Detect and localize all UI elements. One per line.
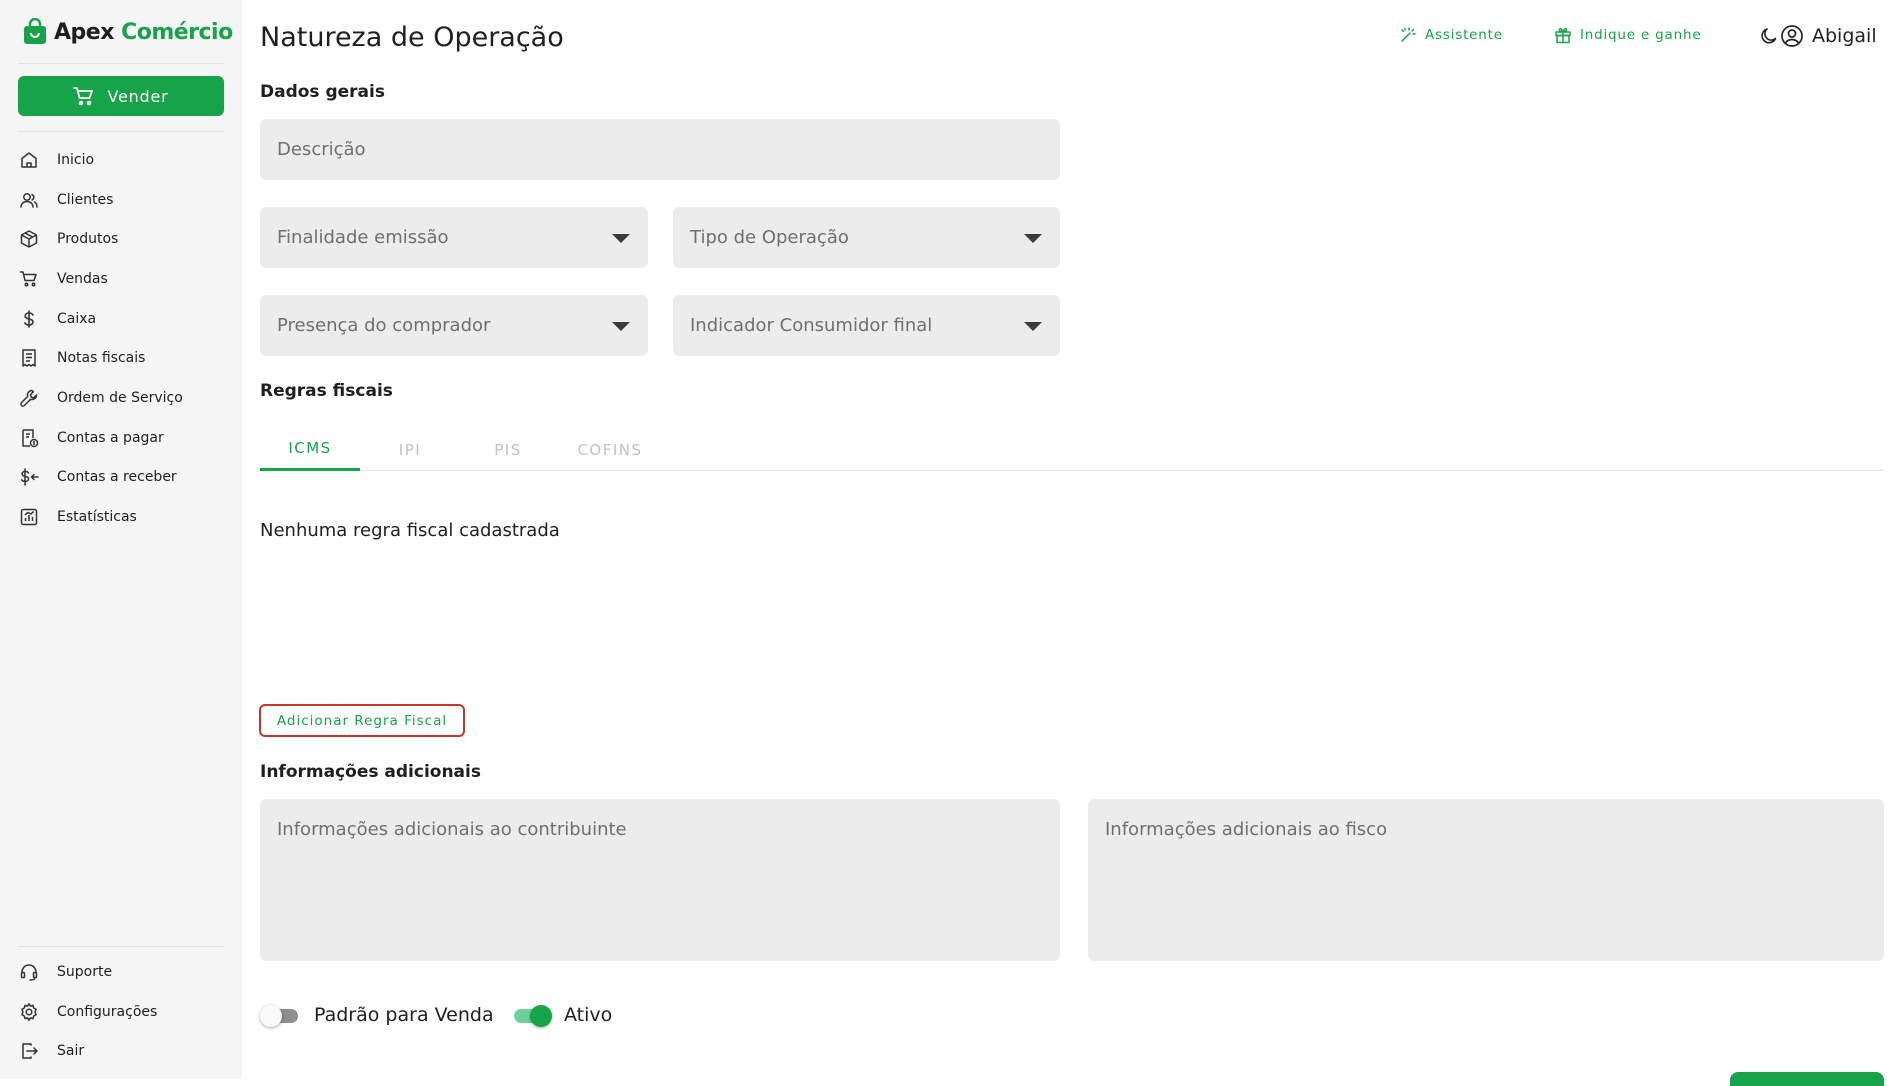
receipt-icon: [19, 348, 39, 368]
brand-name-part2: Comércio: [121, 19, 233, 45]
sidebar-nav: Inicio Clientes Produtos Vendas Caixa No…: [0, 140, 242, 537]
divider: [18, 131, 224, 132]
sidebar: Apex Comércio Vender Inicio Clientes Pro…: [0, 0, 242, 1079]
sidebar-item-notas-fiscais[interactable]: Notas fiscais: [0, 338, 242, 378]
presenca-placeholder: Presença do comprador: [277, 315, 491, 336]
tab-cofins[interactable]: COFINS: [560, 428, 660, 471]
magic-wand-icon: [1399, 26, 1417, 44]
fiscal-tabs: ICMS IPI PIS COFINS: [260, 428, 1884, 471]
active-switch[interactable]: [510, 1004, 552, 1027]
tipo-operacao-select[interactable]: Tipo de Operação: [673, 207, 1060, 268]
dollar-receive-icon: [19, 467, 39, 487]
page-title: Natureza de Operação: [260, 22, 564, 53]
active-label: Ativo: [564, 1004, 613, 1026]
brand-name-part1: Apex: [54, 19, 114, 45]
tab-pis[interactable]: PIS: [458, 428, 558, 471]
assistant-label: Assistente: [1425, 27, 1503, 43]
divider: [18, 63, 224, 64]
sell-button-label: Vender: [107, 86, 169, 106]
save-button[interactable]: [1730, 1072, 1884, 1086]
description-input[interactable]: Descrição: [260, 119, 1060, 180]
moon-icon[interactable]: [1759, 26, 1779, 46]
wrench-icon: [19, 388, 39, 408]
sidebar-item-ordem-de-servico[interactable]: Ordem de Serviço: [0, 378, 242, 418]
caret-down-icon: [1024, 234, 1042, 243]
section-additional: Informações adicionais: [260, 762, 481, 782]
headset-icon: [19, 962, 39, 982]
finalidade-placeholder: Finalidade emissão: [277, 227, 449, 248]
users-icon: [19, 190, 39, 210]
sidebar-item-label: Produtos: [57, 231, 119, 248]
user-menu[interactable]: Abigail: [1780, 24, 1877, 48]
tab-icms[interactable]: ICMS: [260, 428, 360, 471]
section-fiscal: Regras fiscais: [260, 381, 393, 401]
toggle-default-sale[interactable]: Padrão para Venda: [260, 1004, 494, 1027]
toggle-active[interactable]: Ativo: [510, 1004, 613, 1027]
dollar-icon: [19, 309, 39, 329]
cart-icon: [73, 86, 95, 106]
sidebar-item-contas-a-pagar[interactable]: Contas a pagar: [0, 418, 242, 458]
bill-pay-icon: [19, 428, 39, 448]
finalidade-select[interactable]: Finalidade emissão: [260, 207, 648, 268]
caret-down-icon: [612, 234, 630, 243]
sidebar-item-label: Sair: [57, 1043, 85, 1060]
cart-icon: [19, 269, 39, 289]
assistant-link[interactable]: Assistente: [1399, 26, 1503, 44]
sidebar-item-label: Ordem de Serviço: [57, 389, 183, 406]
sidebar-item-label: Clientes: [57, 191, 114, 208]
sidebar-item-label: Vendas: [57, 270, 108, 287]
consumidor-placeholder: Indicador Consumidor final: [690, 315, 933, 336]
caret-down-icon: [1024, 322, 1042, 331]
sidebar-item-label: Contas a receber: [57, 469, 177, 486]
presenca-select[interactable]: Presença do comprador: [260, 295, 648, 356]
default-sale-label: Padrão para Venda: [314, 1004, 494, 1026]
brand-logo[interactable]: Apex Comércio: [22, 18, 233, 46]
sidebar-item-label: Estatísticas: [57, 509, 137, 526]
sidebar-item-label: Inicio: [57, 151, 95, 168]
sidebar-item-vendas[interactable]: Vendas: [0, 259, 242, 299]
logout-icon: [19, 1041, 39, 1061]
sidebar-item-caixa[interactable]: Caixa: [0, 299, 242, 339]
sidebar-item-produtos[interactable]: Produtos: [0, 219, 242, 259]
sidebar-item-label: Suporte: [57, 963, 113, 980]
sidebar-item-label: Notas fiscais: [57, 350, 146, 367]
divider: [18, 946, 224, 947]
sidebar-item-configuracoes[interactable]: Configurações: [0, 992, 242, 1032]
user-circle-icon: [1780, 24, 1804, 48]
sidebar-footer-nav: Suporte Configurações Sair: [0, 952, 242, 1071]
section-general: Dados gerais: [260, 82, 385, 102]
empty-rules-message: Nenhuma regra fiscal cadastrada: [260, 520, 560, 541]
sidebar-item-suporte[interactable]: Suporte: [0, 952, 242, 992]
sidebar-item-sair[interactable]: Sair: [0, 1031, 242, 1071]
tipo-operacao-placeholder: Tipo de Operação: [690, 227, 849, 248]
sidebar-item-clientes[interactable]: Clientes: [0, 180, 242, 220]
sidebar-item-label: Configurações: [57, 1003, 158, 1020]
info-fisco-textarea[interactable]: Informações adicionais ao fisco: [1088, 799, 1884, 961]
caret-down-icon: [612, 322, 630, 331]
sidebar-item-label: Caixa: [57, 310, 97, 327]
description-placeholder: Descrição: [277, 139, 366, 160]
shopping-bag-icon: [22, 18, 48, 46]
sidebar-item-estatisticas[interactable]: Estatísticas: [0, 497, 242, 537]
chart-icon: [19, 507, 39, 527]
sidebar-item-label: Contas a pagar: [57, 429, 164, 446]
gift-icon: [1554, 26, 1572, 44]
sidebar-item-inicio[interactable]: Inicio: [0, 140, 242, 180]
tab-ipi[interactable]: IPI: [360, 428, 460, 471]
home-icon: [19, 150, 39, 170]
info-contribuinte-textarea[interactable]: Informações adicionais ao contribuinte: [260, 799, 1060, 961]
user-name: Abigail: [1812, 25, 1877, 47]
info-fisco-placeholder: Informações adicionais ao fisco: [1105, 819, 1388, 840]
refer-link[interactable]: Indique e ganhe: [1554, 26, 1701, 44]
box-icon: [19, 229, 39, 249]
default-sale-switch[interactable]: [260, 1004, 300, 1027]
add-fiscal-rule-button[interactable]: Adicionar Regra Fiscal: [259, 704, 465, 737]
gear-icon: [19, 1002, 39, 1022]
refer-label: Indique e ganhe: [1580, 27, 1702, 43]
sidebar-item-contas-a-receber[interactable]: Contas a receber: [0, 458, 242, 498]
consumidor-final-select[interactable]: Indicador Consumidor final: [673, 295, 1060, 356]
sell-button[interactable]: Vender: [18, 76, 224, 116]
info-contribuinte-placeholder: Informações adicionais ao contribuinte: [277, 819, 627, 840]
